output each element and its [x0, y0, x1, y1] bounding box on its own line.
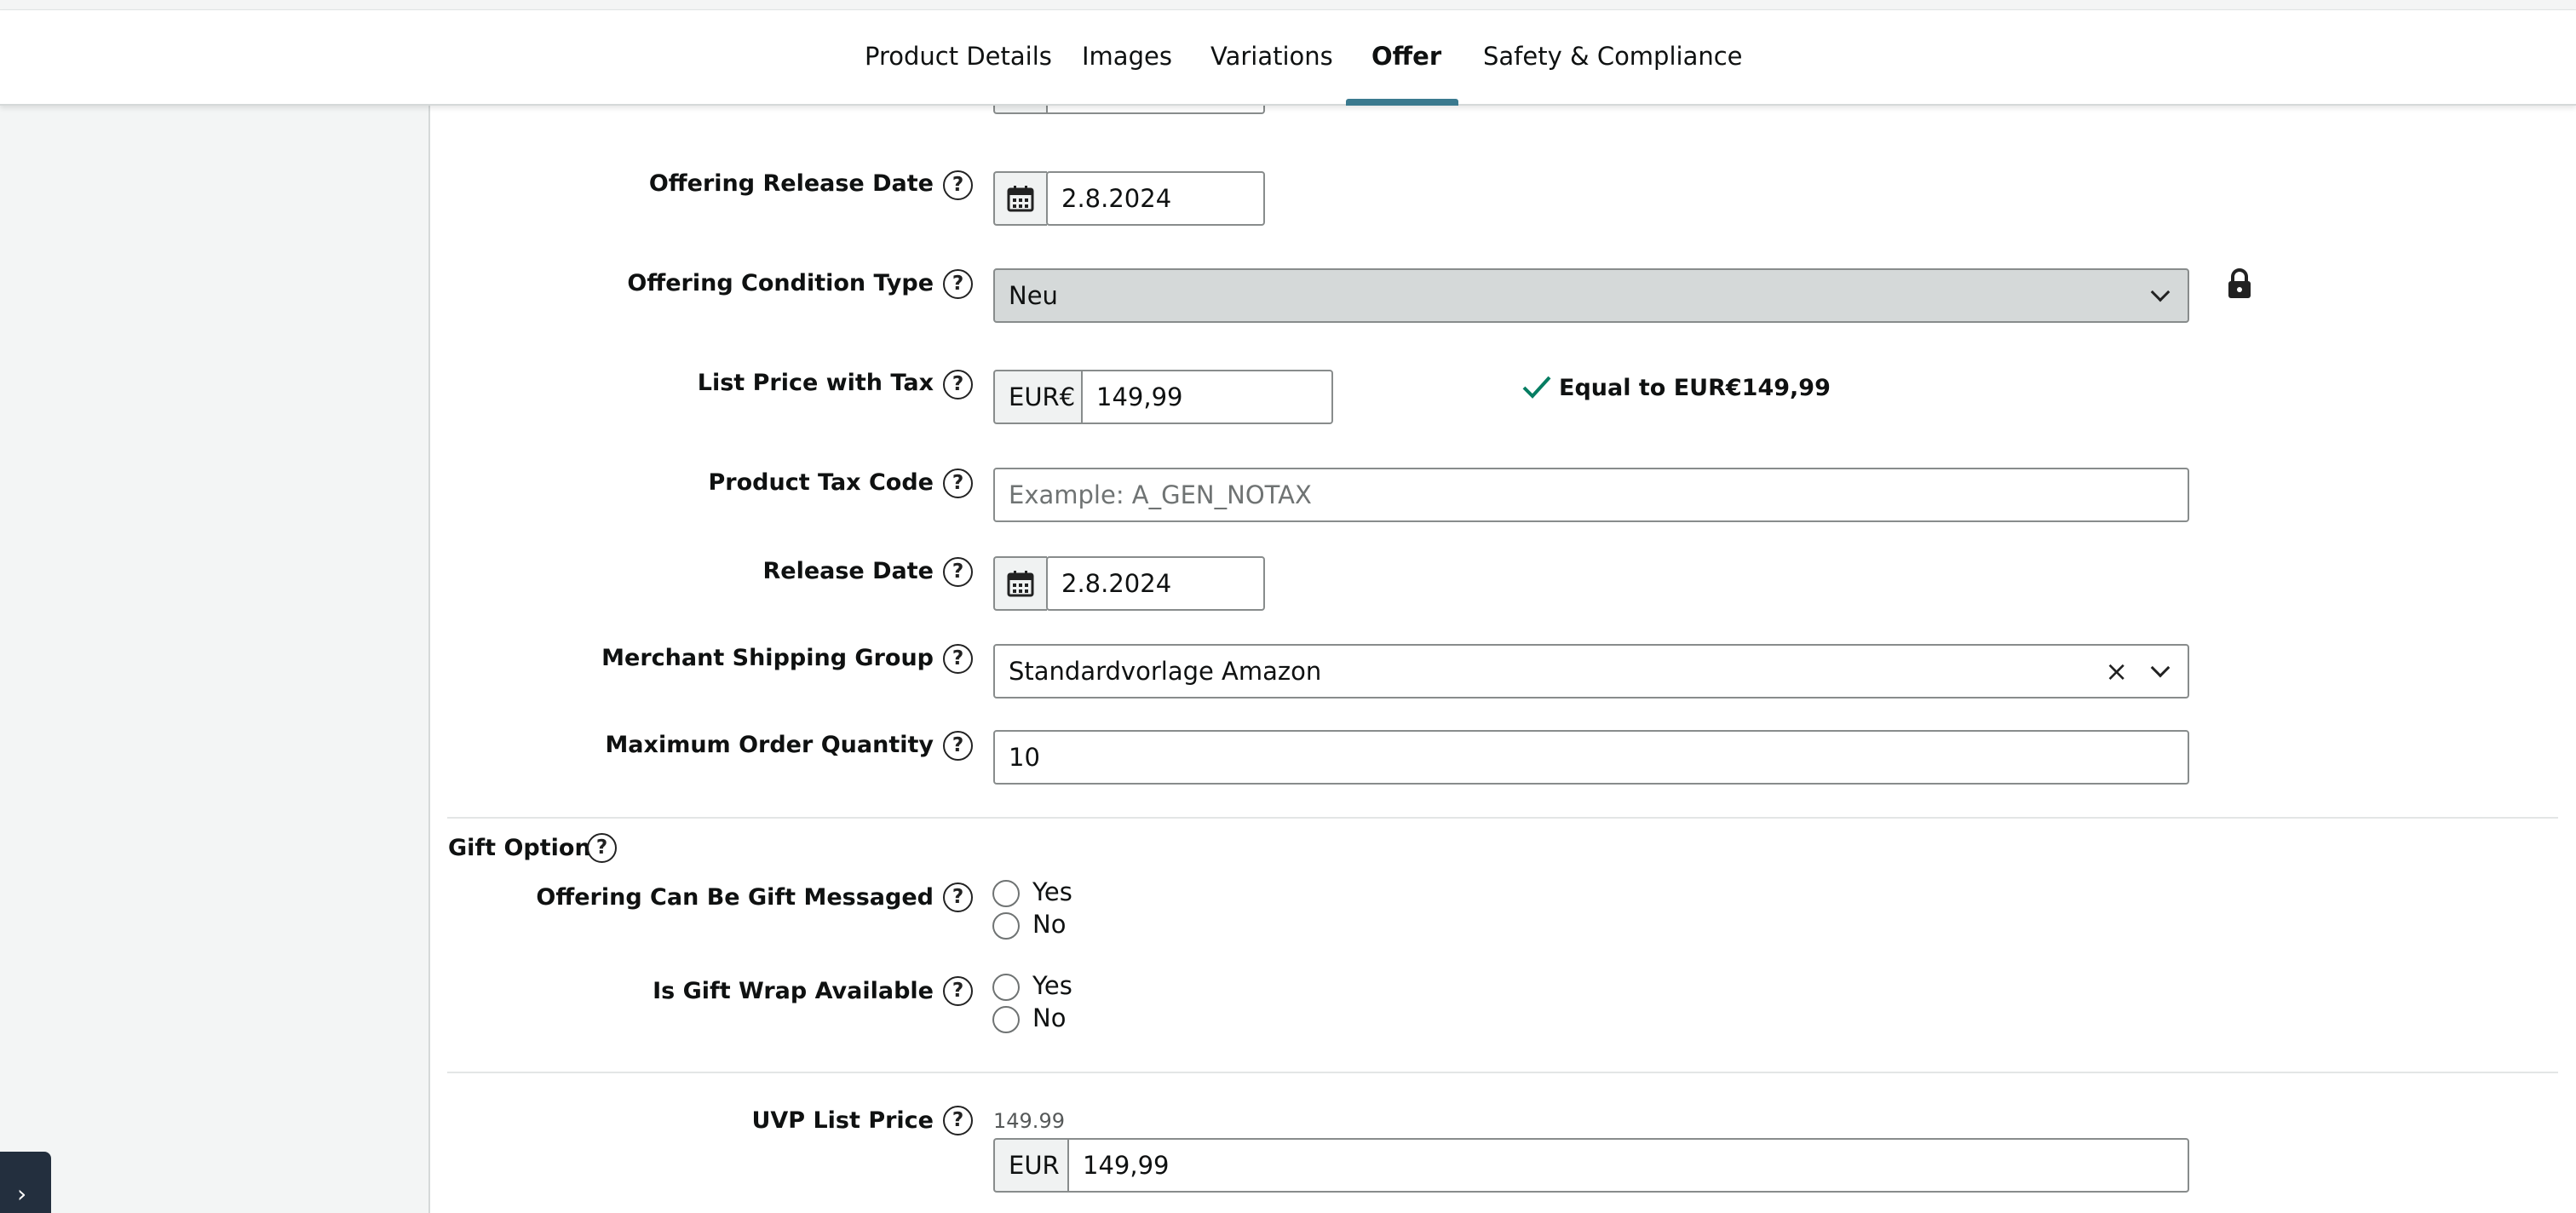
chevron-down-icon: [2150, 282, 2171, 302]
calendar-button[interactable]: [993, 556, 1047, 611]
product-tax-code-input[interactable]: Example: A_GEN_NOTAX: [993, 468, 2189, 522]
merchant-shipping-group-label: Merchant Shipping Group: [601, 645, 934, 671]
tab-safety-compliance[interactable]: Safety & Compliance: [1483, 10, 1743, 106]
left-sidebar: [0, 106, 430, 1213]
maximum-order-quantity-input[interactable]: 10: [993, 730, 2189, 785]
list-price-with-tax-label: List Price with Tax: [697, 370, 934, 396]
currency-prefix: EUR€: [993, 370, 1082, 424]
merchant-shipping-group-value: Standardvorlage Amazon: [1009, 657, 1322, 686]
price-validation-message: Equal to EUR€149,99: [1559, 375, 1831, 401]
help-icon[interactable]: ?: [943, 557, 973, 587]
help-icon[interactable]: ?: [943, 976, 973, 1006]
section-divider: [447, 817, 2558, 819]
list-price-input[interactable]: 149,99: [1081, 370, 1333, 424]
maximum-order-quantity-label: Maximum Order Quantity: [605, 732, 934, 758]
uvp-list-price-label: UVP List Price: [751, 1107, 934, 1134]
gift-message-no-label[interactable]: No: [1032, 910, 1066, 939]
uvp-currency-prefix: EUR: [993, 1138, 1068, 1193]
offering-release-date-label: Offering Release Date: [648, 170, 934, 197]
gift-message-no-radio[interactable]: [992, 912, 1020, 940]
gift-wrap-label: Is Gift Wrap Available: [653, 978, 934, 1004]
help-icon[interactable]: ?: [943, 731, 973, 761]
gift-message-label: Offering Can Be Gift Messaged: [536, 884, 934, 911]
help-icon[interactable]: ?: [587, 833, 617, 863]
calendar-icon: [1007, 571, 1034, 597]
help-icon[interactable]: ?: [943, 370, 973, 400]
offering-condition-type-select: Neu: [993, 268, 2189, 323]
uvp-current-value: 149.99: [993, 1109, 1065, 1133]
tab-variations[interactable]: Variations: [1210, 10, 1333, 106]
checkmark-icon: [1522, 376, 1551, 399]
tab-product-details[interactable]: Product Details: [865, 10, 1052, 106]
tab-offer[interactable]: Offer: [1371, 10, 1441, 106]
tab-images[interactable]: Images: [1082, 10, 1172, 106]
help-icon[interactable]: ?: [943, 644, 973, 674]
gift-wrap-no-label[interactable]: No: [1032, 1003, 1066, 1032]
tab-bar: Product Details Images Variations Offer …: [0, 10, 2576, 106]
sidebar-toggle-button[interactable]: ›: [0, 1152, 51, 1213]
chevron-down-icon[interactable]: [2150, 658, 2171, 678]
chevron-right-icon: ›: [17, 1180, 27, 1208]
product-tax-code-label: Product Tax Code: [708, 469, 934, 496]
help-icon[interactable]: ?: [943, 269, 973, 299]
gift-options-heading: Gift Options: [448, 835, 605, 861]
offering-condition-type-label: Offering Condition Type: [627, 270, 934, 296]
gift-message-yes-label[interactable]: Yes: [1032, 877, 1072, 906]
help-icon[interactable]: ?: [943, 882, 973, 912]
gift-wrap-no-radio[interactable]: [992, 1006, 1020, 1033]
active-tab-indicator: [1346, 99, 1458, 106]
section-divider: [447, 1072, 2558, 1073]
merchant-shipping-group-select[interactable]: Standardvorlage Amazon ×: [993, 644, 2189, 698]
help-icon[interactable]: ?: [943, 170, 973, 200]
offering-condition-type-value: Neu: [1009, 281, 1058, 310]
release-date-input[interactable]: 2.8.2024: [1046, 556, 1265, 611]
lock-icon: [2228, 268, 2251, 298]
top-strip: [0, 0, 2576, 10]
release-date-label: Release Date: [762, 558, 934, 584]
calendar-icon: [1007, 186, 1034, 212]
uvp-list-price-input[interactable]: 149,99: [1067, 1138, 2189, 1193]
gift-wrap-yes-radio[interactable]: [992, 974, 1020, 1001]
offering-release-date-input[interactable]: 2.8.2024: [1046, 171, 1265, 226]
gift-message-yes-radio[interactable]: [992, 880, 1020, 907]
help-icon[interactable]: ?: [943, 1106, 973, 1135]
help-icon[interactable]: ?: [943, 469, 973, 498]
gift-wrap-yes-label[interactable]: Yes: [1032, 971, 1072, 1000]
clear-icon[interactable]: ×: [2105, 658, 2128, 685]
calendar-button[interactable]: [993, 171, 1047, 226]
